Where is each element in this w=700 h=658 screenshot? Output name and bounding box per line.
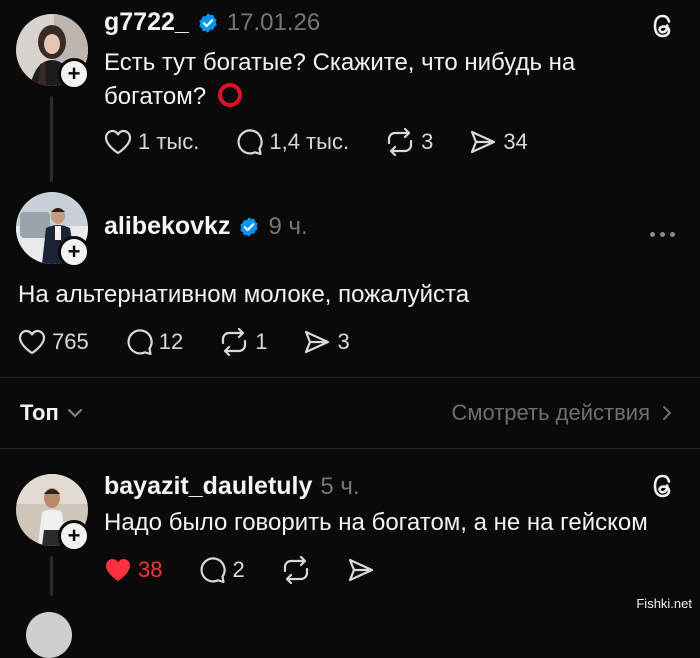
- chevron-right-icon: [663, 406, 672, 420]
- sort-dropdown[interactable]: Топ: [20, 400, 83, 426]
- follow-plus-button[interactable]: +: [58, 520, 90, 552]
- post2-actions: 765 12 1 3: [18, 328, 350, 356]
- divider: [0, 377, 700, 378]
- thread-line: [50, 556, 53, 596]
- sort-label: Топ: [20, 400, 59, 425]
- post1-repost-count: 3: [421, 129, 434, 154]
- follow-plus-button[interactable]: +: [58, 236, 90, 268]
- post1-comment-count: 1,4 тыс.: [269, 129, 350, 154]
- post3-like-button[interactable]: 38: [104, 557, 162, 583]
- post1-username[interactable]: g7722_: [104, 8, 189, 37]
- post1-text: Есть тут богатые? Скажите, что нибудь на…: [104, 46, 604, 114]
- post3-comment-button[interactable]: 2: [198, 556, 245, 584]
- post2-like-button[interactable]: 765: [18, 329, 89, 355]
- heart-filled-icon: [106, 559, 130, 581]
- post3-repost-button[interactable]: [281, 556, 311, 584]
- verified-badge-icon: [240, 216, 259, 237]
- post3-text: Надо было говорить на богатом, а не на г…: [104, 509, 648, 536]
- heart-icon: [104, 129, 132, 155]
- verified-badge-icon: [199, 12, 217, 33]
- post2-repost-count: 1: [255, 329, 268, 354]
- post2-like-count: 765: [52, 329, 89, 354]
- thread-line: [50, 96, 53, 182]
- post3-username[interactable]: bayazit_dauletuly: [104, 472, 312, 501]
- post1-like-count: 1 тыс.: [138, 129, 200, 154]
- follow-plus-button[interactable]: +: [58, 58, 90, 90]
- post3-comment-count: 2: [232, 557, 245, 582]
- post2-comment-button[interactable]: 12: [125, 328, 183, 356]
- divider: [0, 448, 700, 449]
- threads-logo-icon[interactable]: [650, 12, 676, 40]
- watermark: Fishki.net: [636, 596, 692, 611]
- post2-time: 9 ч.: [268, 212, 308, 240]
- red-circle-icon: [217, 83, 242, 107]
- post3-actions: 38 2: [104, 556, 375, 584]
- send-icon: [471, 130, 496, 154]
- more-options-icon[interactable]: [650, 224, 680, 242]
- post3-time: 5 ч.: [320, 472, 360, 500]
- repost-icon: [387, 128, 413, 156]
- post1-actions: 1 тыс. 1,4 тыс. 3 34: [104, 128, 528, 156]
- post2-comment-count: 12: [158, 329, 184, 354]
- view-activity-label: Смотреть действия: [451, 400, 650, 425]
- repost-icon: [283, 556, 308, 584]
- post2-share-count: 3: [337, 329, 350, 354]
- send-icon: [305, 330, 330, 354]
- avatar-partial: [26, 612, 72, 658]
- threads-logo-icon[interactable]: [650, 472, 676, 500]
- post1-repost-button[interactable]: 3: [385, 128, 433, 156]
- repost-icon: [222, 328, 247, 356]
- comment-icon: [237, 129, 263, 156]
- post2-text: На альтернативном молоке, пожалуйста: [18, 281, 470, 308]
- comment-icon: [201, 557, 227, 584]
- post1-like-button[interactable]: 1 тыс.: [104, 129, 199, 155]
- comment-icon: [127, 329, 153, 356]
- heart-icon: [18, 329, 46, 355]
- view-activity-link[interactable]: Смотреть действия: [451, 400, 672, 426]
- post1-comment-button[interactable]: 1,4 тыс.: [235, 128, 349, 156]
- post1-share-count: 34: [503, 129, 528, 154]
- post3-share-button[interactable]: [347, 557, 375, 583]
- chevron-down-icon: [67, 409, 82, 418]
- post3-like-count: 38: [138, 557, 163, 582]
- post2-repost-button[interactable]: 1: [219, 328, 267, 356]
- post2-share-button[interactable]: 3: [303, 329, 350, 355]
- post1-text-content: Есть тут богатые? Скажите, что нибудь на…: [104, 49, 576, 110]
- post2-username[interactable]: alibekovkz: [104, 212, 230, 241]
- send-icon: [348, 558, 373, 582]
- post1-date: 17.01.26: [226, 8, 321, 36]
- post1-share-button[interactable]: 34: [469, 129, 528, 155]
